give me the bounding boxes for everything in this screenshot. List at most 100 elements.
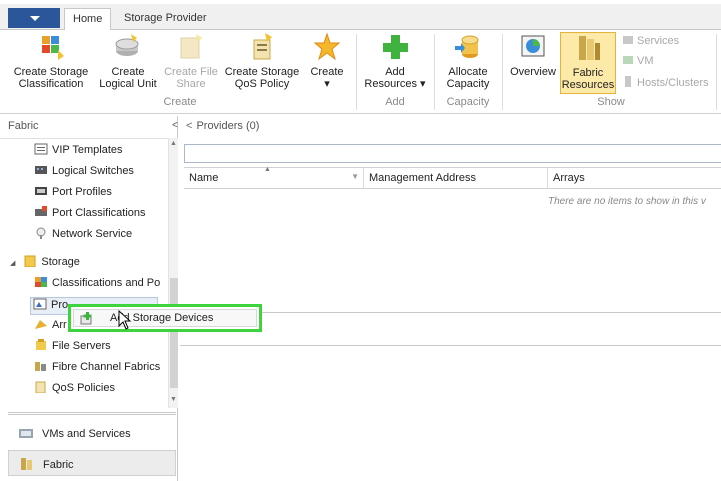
navigation-pane: Fabric < VIP Templates Logical Switches …: [0, 116, 178, 481]
qos-policy-icon: [34, 381, 48, 394]
show-hosts-clusters-label: Hosts/Clusters: [637, 77, 709, 89]
column-header-arrays[interactable]: Arrays: [548, 168, 721, 188]
tree-item-port-classifications[interactable]: Port Classifications: [34, 206, 146, 224]
tree-item-label: Fibre Channel Fabrics: [52, 361, 161, 373]
allocate-capacity-icon: [453, 32, 483, 62]
tree-expander-icon[interactable]: ◢: [10, 260, 15, 267]
tree-item-label: Storage: [41, 256, 80, 268]
add-storage-devices-menu-item[interactable]: Add Storage Devices: [73, 309, 257, 327]
tree-item-label: VIP Templates: [52, 144, 123, 156]
create-storage-qos-policy-label-2: QoS Policy: [234, 78, 290, 90]
storage-folder-icon: [23, 255, 37, 268]
create-storage-classification-label-2: Classification: [18, 78, 84, 90]
network-service-icon: [34, 227, 48, 239]
fabric-resources-button[interactable]: Fabric Resources: [560, 32, 616, 94]
ribbon-group-capacity-label: Capacity: [446, 96, 490, 108]
add-resources-label-1: Add: [385, 66, 405, 78]
allocate-capacity-button[interactable]: Allocate Capacity: [440, 32, 496, 90]
classification-icon: [34, 276, 48, 288]
tree-item-port-profiles[interactable]: Port Profiles: [34, 185, 112, 203]
create-file-share-button[interactable]: Create File Share: [160, 32, 222, 90]
tree-item-label: Port Profiles: [52, 186, 112, 198]
allocate-capacity-label-1: Allocate: [448, 66, 488, 78]
tree-item-logical-switches[interactable]: Logical Switches: [34, 164, 134, 182]
column-label: Management Address: [369, 172, 477, 184]
column-label: Arrays: [553, 172, 585, 184]
fibre-channel-icon: [34, 360, 48, 372]
main-content: < Providers (0) ▲ Name ▼ Management Addre…: [180, 116, 721, 481]
tree-item-label: Port Classifications: [52, 207, 146, 219]
fabric-resources-icon: [573, 33, 603, 63]
ribbon-separator: [356, 34, 357, 110]
create-starburst-icon: [312, 32, 342, 62]
add-resources-label-2: Resources ▾: [364, 78, 426, 90]
logical-switch-icon: [34, 164, 48, 176]
tree-item-label: Network Service: [52, 228, 133, 240]
mouse-cursor-icon: [118, 309, 132, 330]
workspace-vms-and-services[interactable]: VMs and Services: [8, 420, 176, 446]
providers-grid-header: ▲ Name ▼ Management Address Arrays: [184, 166, 721, 189]
fabric-tree: VIP Templates Logical Switches Port Prof…: [0, 138, 168, 430]
search-input[interactable]: [184, 144, 721, 163]
show-vm-label: VM: [637, 55, 654, 67]
show-vm-item[interactable]: VM: [622, 54, 654, 67]
create-logical-unit-button[interactable]: Create Logical Unit: [96, 32, 160, 90]
tree-item-vip-templates[interactable]: VIP Templates: [34, 143, 123, 161]
show-hosts-clusters-item[interactable]: Hosts/Clusters: [622, 76, 709, 89]
overview-label: Overview: [510, 66, 556, 78]
tree-item-label: Arr: [52, 319, 67, 331]
column-header-management-address[interactable]: Management Address: [364, 168, 548, 188]
create-storage-qos-policy-button[interactable]: Create Storage QoS Policy: [222, 32, 302, 90]
ribbon: Create Storage Classification Create Log…: [0, 30, 721, 114]
logical-unit-icon: [113, 32, 143, 62]
create-storage-classification-button[interactable]: Create Storage Classification: [8, 32, 94, 90]
tree-item-network-service[interactable]: Network Service: [34, 227, 132, 245]
ribbon-separator: [434, 34, 435, 110]
column-label: Name: [189, 172, 219, 184]
tab-storage-provider[interactable]: Storage Provider: [116, 8, 215, 31]
tree-item-label: Logical Switches: [52, 165, 134, 177]
main-collapse-icon[interactable]: <: [186, 120, 192, 132]
empty-grid-message: There are no items to show in this v: [548, 196, 706, 207]
create-file-share-label-1: Create File: [164, 66, 218, 78]
tree-item-file-servers[interactable]: File Servers: [34, 339, 111, 357]
create-storage-qos-policy-label-1: Create Storage: [224, 66, 300, 78]
fabric-workspace-icon: [19, 457, 35, 471]
tree-item-label: Pro: [51, 299, 69, 311]
tree-item-arrays[interactable]: Arr: [34, 318, 67, 336]
qos-policy-icon: [247, 32, 277, 62]
file-server-icon: [34, 339, 48, 351]
allocate-capacity-label-2: Capacity: [446, 78, 490, 90]
add-resources-button[interactable]: Add Resources ▾: [362, 32, 428, 90]
create-logical-unit-label-2: Logical Unit: [99, 78, 157, 90]
show-services-item[interactable]: Services: [622, 34, 679, 47]
nav-scroll-thumb[interactable]: [170, 278, 178, 388]
vm-icon: [622, 54, 634, 65]
vms-services-icon: [18, 426, 34, 440]
create-storage-classification-label-1: Create Storage: [13, 66, 89, 78]
column-filter-icon[interactable]: ▼: [351, 172, 359, 181]
nav-scrollbar[interactable]: ▲ ▼: [168, 138, 178, 408]
create-dropdown-button[interactable]: Create ▾: [306, 32, 348, 90]
hosts-clusters-icon: [622, 76, 634, 87]
ribbon-group-show-label: Show: [597, 96, 625, 108]
nav-collapse-icon[interactable]: <: [172, 120, 178, 131]
overview-chart-icon: [518, 32, 548, 62]
scroll-down-icon[interactable]: ▼: [170, 396, 177, 403]
create-dropdown-label-2: ▾: [324, 78, 330, 90]
add-plus-icon: [380, 32, 410, 62]
workspace-splitter[interactable]: [8, 412, 176, 415]
overview-button[interactable]: Overview: [508, 32, 558, 78]
tab-home[interactable]: Home: [64, 8, 112, 31]
tree-item-storage[interactable]: ◢ Storage: [10, 255, 80, 273]
column-header-name[interactable]: ▲ Name ▼: [184, 166, 364, 188]
tree-item-fibre-channel-fabrics[interactable]: Fibre Channel Fabrics: [34, 360, 160, 378]
scroll-up-icon[interactable]: ▲: [170, 140, 177, 147]
tree-item-classifications-and-pools[interactable]: Classifications and Po: [34, 276, 160, 294]
file-menu-button[interactable]: [8, 8, 60, 28]
workspace-fabric[interactable]: Fabric: [8, 450, 176, 476]
provider-icon: [33, 298, 47, 310]
context-menu: Add Storage Devices: [68, 304, 262, 332]
tree-item-qos-policies[interactable]: QoS Policies: [34, 381, 115, 399]
array-icon: [34, 318, 48, 330]
